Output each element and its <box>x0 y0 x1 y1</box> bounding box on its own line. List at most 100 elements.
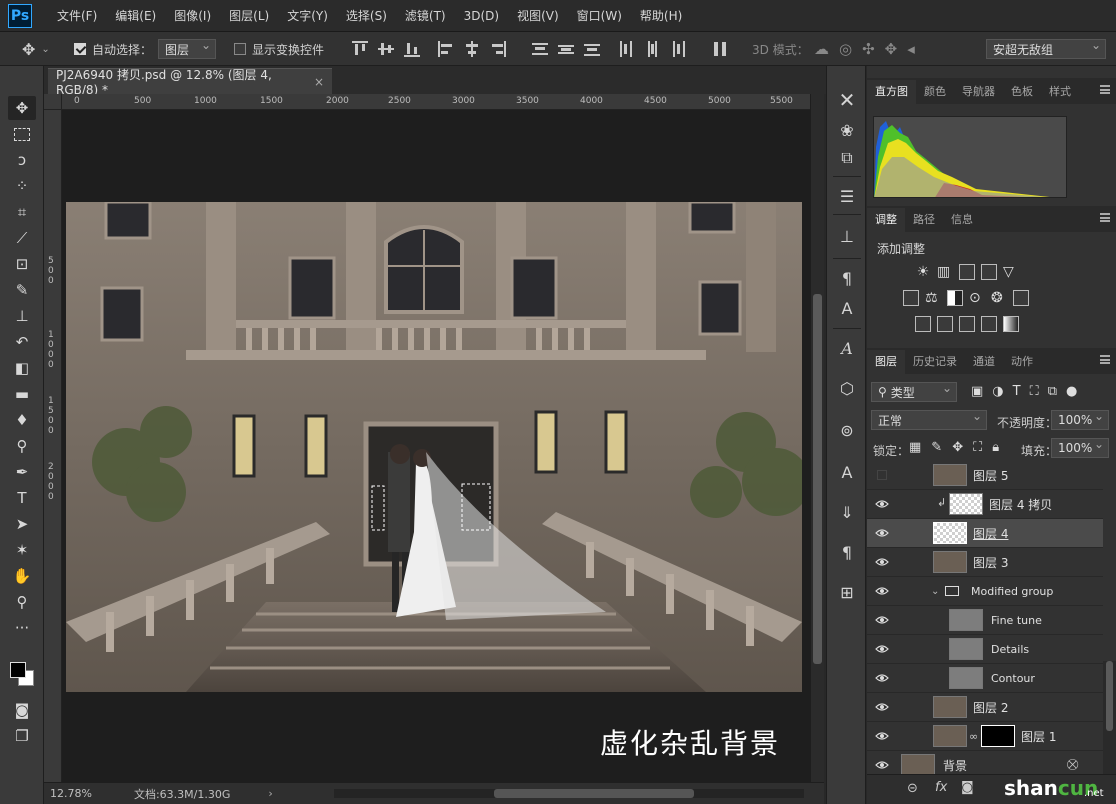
dodge-tool-icon[interactable]: ⚲ <box>8 434 36 458</box>
posterize-icon[interactable] <box>937 316 953 332</box>
tool-presets-icon[interactable]: ✕ <box>835 88 859 112</box>
3d-icon[interactable]: ⬡ <box>835 376 859 400</box>
chevron-down-icon[interactable]: ⌄ <box>931 586 939 597</box>
layer-row-background[interactable]: 背景 ⛒ <box>867 751 1103 774</box>
paragraph-styles-icon[interactable]: A <box>835 296 859 320</box>
tab-actions[interactable]: 动作 <box>1003 350 1041 374</box>
brightness-icon[interactable]: ☀ <box>915 264 931 280</box>
fx-icon[interactable]: fx <box>935 780 947 795</box>
move-tool-icon[interactable]: ✥ <box>8 96 36 120</box>
tab-color[interactable]: 颜色 <box>916 80 954 104</box>
scrollbar-thumb[interactable] <box>1106 661 1113 731</box>
clone-source-icon[interactable]: ⊥ <box>835 224 859 248</box>
horizontal-scrollbar[interactable] <box>334 789 804 798</box>
brush-settings-icon[interactable]: ❀ <box>835 118 859 142</box>
menu-help[interactable]: 帮助(H) <box>631 0 691 32</box>
shape-filter-icon[interactable]: ⛶ <box>1030 384 1039 399</box>
eye-icon[interactable] <box>875 557 889 567</box>
eye-icon[interactable] <box>875 731 889 741</box>
exposure-icon[interactable] <box>981 264 997 280</box>
color-balance-icon[interactable]: ⚖ <box>925 290 941 306</box>
color-lookup-icon[interactable] <box>1013 290 1029 306</box>
document-image[interactable] <box>66 202 802 692</box>
auto-select-dropdown[interactable]: 图层 <box>158 38 216 59</box>
tab-paths[interactable]: 路径 <box>905 208 943 232</box>
quick-mask-icon[interactable]: ◙ <box>8 698 36 722</box>
layer-group-row[interactable]: ⌄ Modified group <box>867 577 1103 606</box>
move-tool-preset[interactable]: ✥ ⌄ <box>22 32 50 66</box>
menu-filter[interactable]: 滤镜(T) <box>396 0 455 32</box>
character-styles-icon[interactable]: ¶ <box>835 266 859 290</box>
gradient-tool-icon[interactable]: ▬ <box>8 382 36 406</box>
shape-tool-icon[interactable]: ✶ <box>8 538 36 562</box>
panel-menu-icon[interactable] <box>1100 355 1110 364</box>
foreground-color-swatch[interactable] <box>10 662 26 678</box>
3d-orbit-icon[interactable]: ☁ <box>814 40 829 58</box>
auto-select-target[interactable]: 图层 <box>158 32 216 66</box>
3d-pan-icon[interactable]: ✣ <box>862 40 875 58</box>
glyphs-icon[interactable]: A <box>835 336 859 360</box>
layer-row[interactable]: ↲ 图层 4 拷贝 <box>867 490 1103 519</box>
lock-all-icon[interactable]: 🔒︎ <box>992 440 999 455</box>
auto-select-control[interactable]: 自动选择： <box>74 32 152 66</box>
lock-position-icon[interactable]: ✥ <box>952 440 963 455</box>
menu-window[interactable]: 窗口(W) <box>568 0 631 32</box>
distribute-hcenter-icon[interactable] <box>644 41 660 57</box>
show-transform-checkbox[interactable] <box>234 43 246 55</box>
tab-adjustments[interactable]: 调整 <box>867 208 905 232</box>
eraser-tool-icon[interactable]: ◧ <box>8 356 36 380</box>
distribute-vcenter-icon[interactable] <box>558 41 574 57</box>
layer-row[interactable]: Contour <box>867 664 1103 693</box>
menu-3d[interactable]: 3D(D) <box>455 0 508 32</box>
zoom-tool-icon[interactable]: ⚲ <box>8 590 36 614</box>
visibility-toggle-off[interactable] <box>877 470 887 480</box>
curves-icon[interactable] <box>959 264 975 280</box>
fill-field[interactable]: 100% <box>1051 437 1109 458</box>
panel-menu-icon[interactable] <box>1100 213 1110 222</box>
eye-icon[interactable] <box>875 615 889 625</box>
libraries-icon[interactable]: ⊚ <box>835 418 859 442</box>
crop-tool-icon[interactable]: ⌗ <box>8 200 36 224</box>
layer-filter-dropdown[interactable]: ⚲ 类型 <box>871 381 957 402</box>
show-transform-control[interactable]: 显示变换控件 <box>234 32 324 66</box>
tab-swatches[interactable]: 色板 <box>1003 80 1041 104</box>
layer-row[interactable]: 图层 5 <box>867 461 1103 490</box>
menu-type[interactable]: 文字(Y) <box>278 0 337 32</box>
panel-menu-icon[interactable] <box>1100 85 1110 94</box>
tab-info[interactable]: 信息 <box>943 208 981 232</box>
levels-icon[interactable]: ▥ <box>937 264 953 280</box>
menu-view[interactable]: 视图(V) <box>508 0 568 32</box>
scrollbar-thumb[interactable] <box>813 294 822 664</box>
document-tab[interactable]: PJ2A6940 拷贝.psd @ 12.8% (图层 4, RGB/8) * … <box>48 68 332 97</box>
threshold-icon[interactable] <box>959 316 975 332</box>
blend-mode-dropdown[interactable]: 正常 <box>871 409 987 430</box>
menu-image[interactable]: 图像(I) <box>165 0 220 32</box>
character-icon[interactable]: A <box>835 460 859 484</box>
healing-brush-tool-icon[interactable]: ⊡ <box>8 252 36 276</box>
close-icon[interactable]: × <box>314 75 324 89</box>
tab-channels[interactable]: 通道 <box>965 350 1003 374</box>
hue-saturation-icon[interactable] <box>903 290 919 306</box>
smart-object-filter-icon[interactable]: ⧉ <box>1048 384 1057 399</box>
3d-slide-icon[interactable]: ✥ <box>885 40 898 58</box>
channel-mixer-icon[interactable]: ❂ <box>991 290 1007 306</box>
filter-toggle-icon[interactable]: ● <box>1066 384 1077 399</box>
scrollbar-thumb[interactable] <box>494 789 694 798</box>
tab-styles[interactable]: 样式 <box>1041 80 1079 104</box>
distribute-top-icon[interactable] <box>532 41 548 57</box>
path-select-tool-icon[interactable]: ➤ <box>8 512 36 536</box>
selective-color-icon[interactable] <box>981 316 997 332</box>
layer-row[interactable]: Fine tune <box>867 606 1103 635</box>
adjustment-filter-icon[interactable]: ◑ <box>992 384 1003 399</box>
type-filter-icon[interactable]: T <box>1013 384 1021 399</box>
channels-icon[interactable]: ⧉ <box>835 146 859 170</box>
layer-row[interactable]: 图层 2 <box>867 693 1103 722</box>
black-white-icon[interactable] <box>947 290 963 306</box>
layer-row[interactable]: 图层 3 <box>867 548 1103 577</box>
layer-mask-thumbnail[interactable] <box>981 725 1015 747</box>
add-mask-icon[interactable]: ◙ <box>961 780 974 795</box>
distribute-right-icon[interactable] <box>670 41 686 57</box>
eye-icon[interactable] <box>875 760 889 770</box>
layer-row[interactable]: ∞ 图层 1 <box>867 722 1103 751</box>
image-filter-icon[interactable]: ▣ <box>971 384 983 399</box>
